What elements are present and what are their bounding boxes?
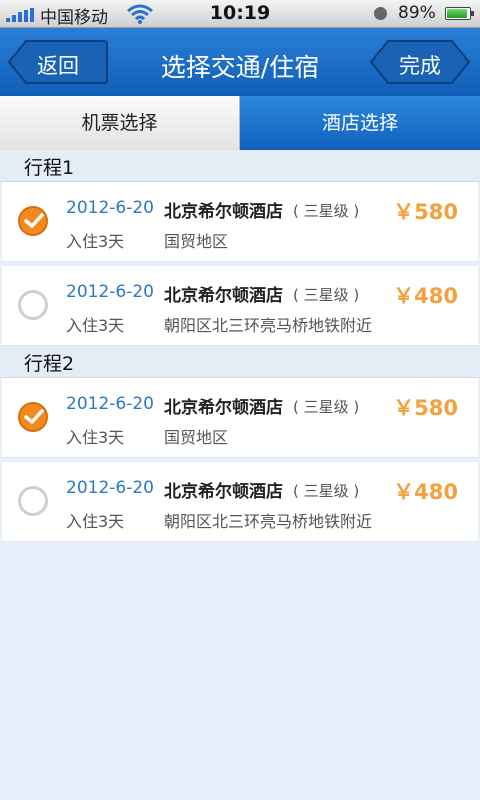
navigation-bar: 返回 选择交通/住宿 完成 [0, 28, 480, 96]
check-in-date: 2012-6-20 [66, 478, 154, 498]
hotel-name: 北京希尔顿酒店 [164, 398, 283, 418]
itinerary-title: 行程1 [24, 157, 75, 179]
hotel-star-rating: ( 三星级 ) [293, 286, 360, 304]
hotel-name: 北京希尔顿酒店 [164, 202, 283, 222]
hotel-area: 国贸地区 [164, 232, 229, 251]
battery-percent: 89% [398, 3, 436, 23]
hotel-price: ￥480 [393, 284, 458, 308]
hotel-name: 北京希尔顿酒店 [164, 482, 283, 502]
itinerary-header: 行程1 [0, 150, 480, 182]
hotel-area: 朝阳区北三环亮马桥地铁附近 [164, 316, 373, 335]
check-in-date: 2012-6-20 [66, 198, 154, 218]
unchecked-radio-icon[interactable] [18, 290, 48, 320]
status-bar: 中国移动 10:19 89% [0, 0, 480, 28]
hotel-area: 朝阳区北三环亮马桥地铁附近 [164, 512, 373, 531]
stay-duration: 入住3天 [66, 232, 125, 251]
unchecked-radio-icon[interactable] [18, 486, 48, 516]
battery-icon [445, 7, 474, 20]
hotel-option-row[interactable]: 2012-6-20 北京希尔顿酒店 ( 三星级 ) ￥480 入住3天 朝阳区北… [2, 462, 478, 542]
stay-duration: 入住3天 [66, 512, 125, 531]
alarm-icon [374, 7, 387, 20]
hotel-name: 北京希尔顿酒店 [164, 286, 283, 306]
hotel-price: ￥480 [393, 480, 458, 504]
hotel-price: ￥580 [393, 396, 458, 420]
stay-duration: 入住3天 [66, 428, 125, 447]
hotel-star-rating: ( 三星级 ) [293, 482, 360, 500]
checked-radio-icon[interactable] [18, 206, 48, 236]
check-in-date: 2012-6-20 [66, 282, 154, 302]
hotel-area: 国贸地区 [164, 428, 229, 447]
hotel-star-rating: ( 三星级 ) [293, 398, 360, 416]
done-button-label: 完成 [399, 54, 441, 78]
itinerary-header: 行程2 [0, 346, 480, 378]
hotel-option-row[interactable]: 2012-6-20 北京希尔顿酒店 ( 三星级 ) ￥480 入住3天 朝阳区北… [2, 266, 478, 346]
checked-radio-icon[interactable] [18, 402, 48, 432]
hotel-star-rating: ( 三星级 ) [293, 202, 360, 220]
done-button[interactable]: 完成 [368, 38, 472, 86]
stay-duration: 入住3天 [66, 316, 125, 335]
check-in-date: 2012-6-20 [66, 394, 154, 414]
itinerary-title: 行程2 [24, 353, 75, 375]
tab-bar: 机票选择 酒店选择 [0, 96, 480, 150]
tab-flight-selection[interactable]: 机票选择 [0, 96, 240, 150]
hotel-option-row[interactable]: 2012-6-20 北京希尔顿酒店 ( 三星级 ) ￥580 入住3天 国贸地区 [2, 182, 478, 262]
tab-hotel-selection[interactable]: 酒店选择 [240, 96, 480, 150]
hotel-option-row[interactable]: 2012-6-20 北京希尔顿酒店 ( 三星级 ) ￥580 入住3天 国贸地区 [2, 378, 478, 458]
hotel-price: ￥580 [393, 200, 458, 224]
